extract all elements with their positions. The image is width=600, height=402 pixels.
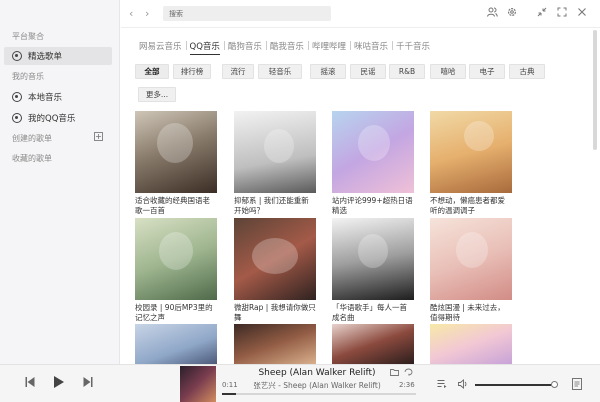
playlist-cover[interactable]	[430, 111, 512, 193]
tab-netease[interactable]: 网易云音乐	[135, 40, 186, 52]
sidebar-item-label: 我的QQ音乐	[28, 114, 76, 124]
sidebar-item-local-music[interactable]: 本地音乐	[4, 88, 112, 106]
tab-kugou[interactable]: 酷狗音乐	[223, 40, 266, 52]
playlist-title[interactable]: 「华语歌手」每人一首成名曲	[332, 303, 414, 325]
playlist-title[interactable]: 校园录 | 90后MP3里的记忆之声	[135, 303, 217, 325]
maximize-icon[interactable]	[557, 7, 567, 20]
sidebar-item-my-qq-music[interactable]: 我的QQ音乐	[4, 109, 112, 127]
total-time: 2:36	[399, 381, 415, 389]
genre-chip-classical[interactable]: 古典	[509, 64, 545, 79]
playlist-cover[interactable]	[332, 111, 414, 193]
section-platform-label: 平台聚合	[12, 32, 44, 41]
genre-chip-more[interactable]: 更多...	[138, 87, 176, 102]
playlist-cover[interactable]	[234, 111, 316, 193]
tab-bilibili[interactable]: 哔哩哔哩	[307, 40, 350, 52]
loop-icon[interactable]	[404, 368, 413, 379]
playlist-title[interactable]: 适合收藏的经典国语老歌一百首	[135, 196, 217, 218]
playlist-icon[interactable]	[437, 379, 447, 392]
tab-migu[interactable]: 咪咕音乐	[349, 40, 392, 52]
tab-qianqian[interactable]: 千千音乐	[391, 40, 434, 52]
playlist-title[interactable]: 微甜Rap | 我想请你做只舞	[234, 303, 316, 325]
playlist-cover[interactable]	[332, 324, 414, 364]
section-my-music-label: 我的音乐	[12, 72, 44, 81]
playlist-cover[interactable]	[430, 324, 512, 364]
playlist-card[interactable]	[234, 324, 316, 364]
playlist-card[interactable]: 适合收藏的经典国语老歌一百首	[135, 111, 217, 218]
playlist-title[interactable]: 不想动，懒癌患者都爱听的温调调子	[430, 196, 512, 218]
close-icon[interactable]	[577, 7, 587, 20]
playlist-cover[interactable]	[332, 218, 414, 300]
genre-chip-electronic[interactable]: 电子	[469, 64, 505, 79]
playlist-card[interactable]	[332, 324, 414, 364]
disc-icon	[12, 51, 22, 61]
previous-icon[interactable]	[25, 376, 35, 391]
top-bar: ‹ › 搜索	[121, 0, 600, 28]
play-icon[interactable]	[53, 375, 65, 392]
genre-chip-light[interactable]: 轻音乐	[258, 64, 302, 79]
genre-chip-rock[interactable]: 摇滚	[310, 64, 346, 79]
lyrics-icon[interactable]	[572, 378, 582, 393]
sidebar-item-label: 精选歌单	[28, 52, 63, 62]
playlist-card[interactable]: 酷炫国漫 | 未来过去，值得期待	[430, 218, 512, 325]
sidebar-item-label: 本地音乐	[28, 93, 63, 103]
platform-tabs: 网易云音乐 QQ音乐 酷狗音乐 酷我音乐 哔哩哔哩 咪咕音乐 千千音乐	[135, 40, 434, 55]
playlist-cover[interactable]	[135, 111, 217, 193]
next-icon[interactable]	[83, 376, 93, 391]
search-placeholder: 搜索	[169, 9, 183, 18]
playlist-card[interactable]: 站内评论999+超热日语精选	[332, 111, 414, 218]
genre-chip-rnb[interactable]: R&B	[389, 64, 425, 79]
volume-fill	[475, 384, 551, 386]
tab-qq-music[interactable]: QQ音乐	[185, 40, 224, 55]
playlist-card[interactable]: 校园录 | 90后MP3里的记忆之声	[135, 218, 217, 325]
genre-chip-folk[interactable]: 民谣	[350, 64, 386, 79]
playlist-cover[interactable]	[234, 324, 316, 364]
progress-fill	[222, 393, 236, 395]
player-bar: Sheep (Alan Walker Relift) 0:11 张艺兴 - Sh…	[0, 364, 600, 402]
gear-icon[interactable]	[507, 7, 517, 20]
sidebar-item-featured[interactable]: 精选歌单	[4, 47, 112, 65]
tab-kuwo[interactable]: 酷我音乐	[265, 40, 308, 52]
back-button[interactable]: ‹	[129, 7, 133, 20]
playlist-card[interactable]: 不想动，懒癌患者都爱听的温调调子	[430, 111, 512, 218]
playlist-card[interactable]: 「华语歌手」每人一首成名曲	[332, 218, 414, 325]
user-icon[interactable]	[487, 7, 498, 20]
playlist-card[interactable]	[135, 324, 217, 364]
genre-chip-all[interactable]: 全部	[135, 64, 169, 79]
add-playlist-button[interactable]: +	[94, 132, 103, 141]
sidebar: 平台聚合 精选歌单 我的音乐 本地音乐 我的QQ音乐 创建的歌单 + 收藏的歌单	[0, 0, 120, 364]
scrollbar[interactable]	[593, 30, 597, 150]
volume-icon[interactable]	[458, 379, 469, 392]
folder-icon[interactable]	[390, 368, 399, 379]
minimize-icon[interactable]	[537, 7, 547, 20]
playlist-cover[interactable]	[135, 218, 217, 300]
disc-icon	[12, 113, 22, 123]
created-playlists-label: 创建的歌单	[12, 134, 52, 143]
playlist-cover[interactable]	[430, 218, 512, 300]
playlist-card[interactable]: 微甜Rap | 我想请你做只舞	[234, 218, 316, 325]
playlist-card[interactable]	[430, 324, 512, 364]
collected-playlists-label: 收藏的歌单	[12, 154, 52, 163]
playlist-card[interactable]: 抑郁系 | 我们还能重新开始吗？	[234, 111, 316, 218]
genre-chip-charts[interactable]: 排行榜	[173, 64, 211, 79]
volume-knob[interactable]	[551, 381, 558, 388]
song-title: Sheep (Alan Walker Relift)	[258, 368, 376, 378]
forward-button[interactable]: ›	[145, 7, 149, 20]
song-artist: 张艺兴 - Sheep (Alan Walker Relift)	[253, 381, 381, 390]
genre-chip-hiphop[interactable]: 嘻哈	[430, 64, 466, 79]
volume-slider[interactable]	[475, 384, 555, 386]
playlist-cover[interactable]	[135, 324, 217, 364]
playlist-cover[interactable]	[234, 218, 316, 300]
genre-chip-pop[interactable]: 流行	[222, 64, 254, 79]
playlist-title[interactable]: 抑郁系 | 我们还能重新开始吗？	[234, 196, 316, 218]
search-input[interactable]: 搜索	[163, 6, 331, 21]
playlist-title[interactable]: 酷炫国漫 | 未来过去，值得期待	[430, 303, 512, 325]
disc-icon	[12, 92, 22, 102]
progress-bar[interactable]	[222, 393, 416, 395]
now-playing-cover[interactable]	[180, 366, 216, 402]
playlist-title[interactable]: 站内评论999+超热日语精选	[332, 196, 414, 218]
